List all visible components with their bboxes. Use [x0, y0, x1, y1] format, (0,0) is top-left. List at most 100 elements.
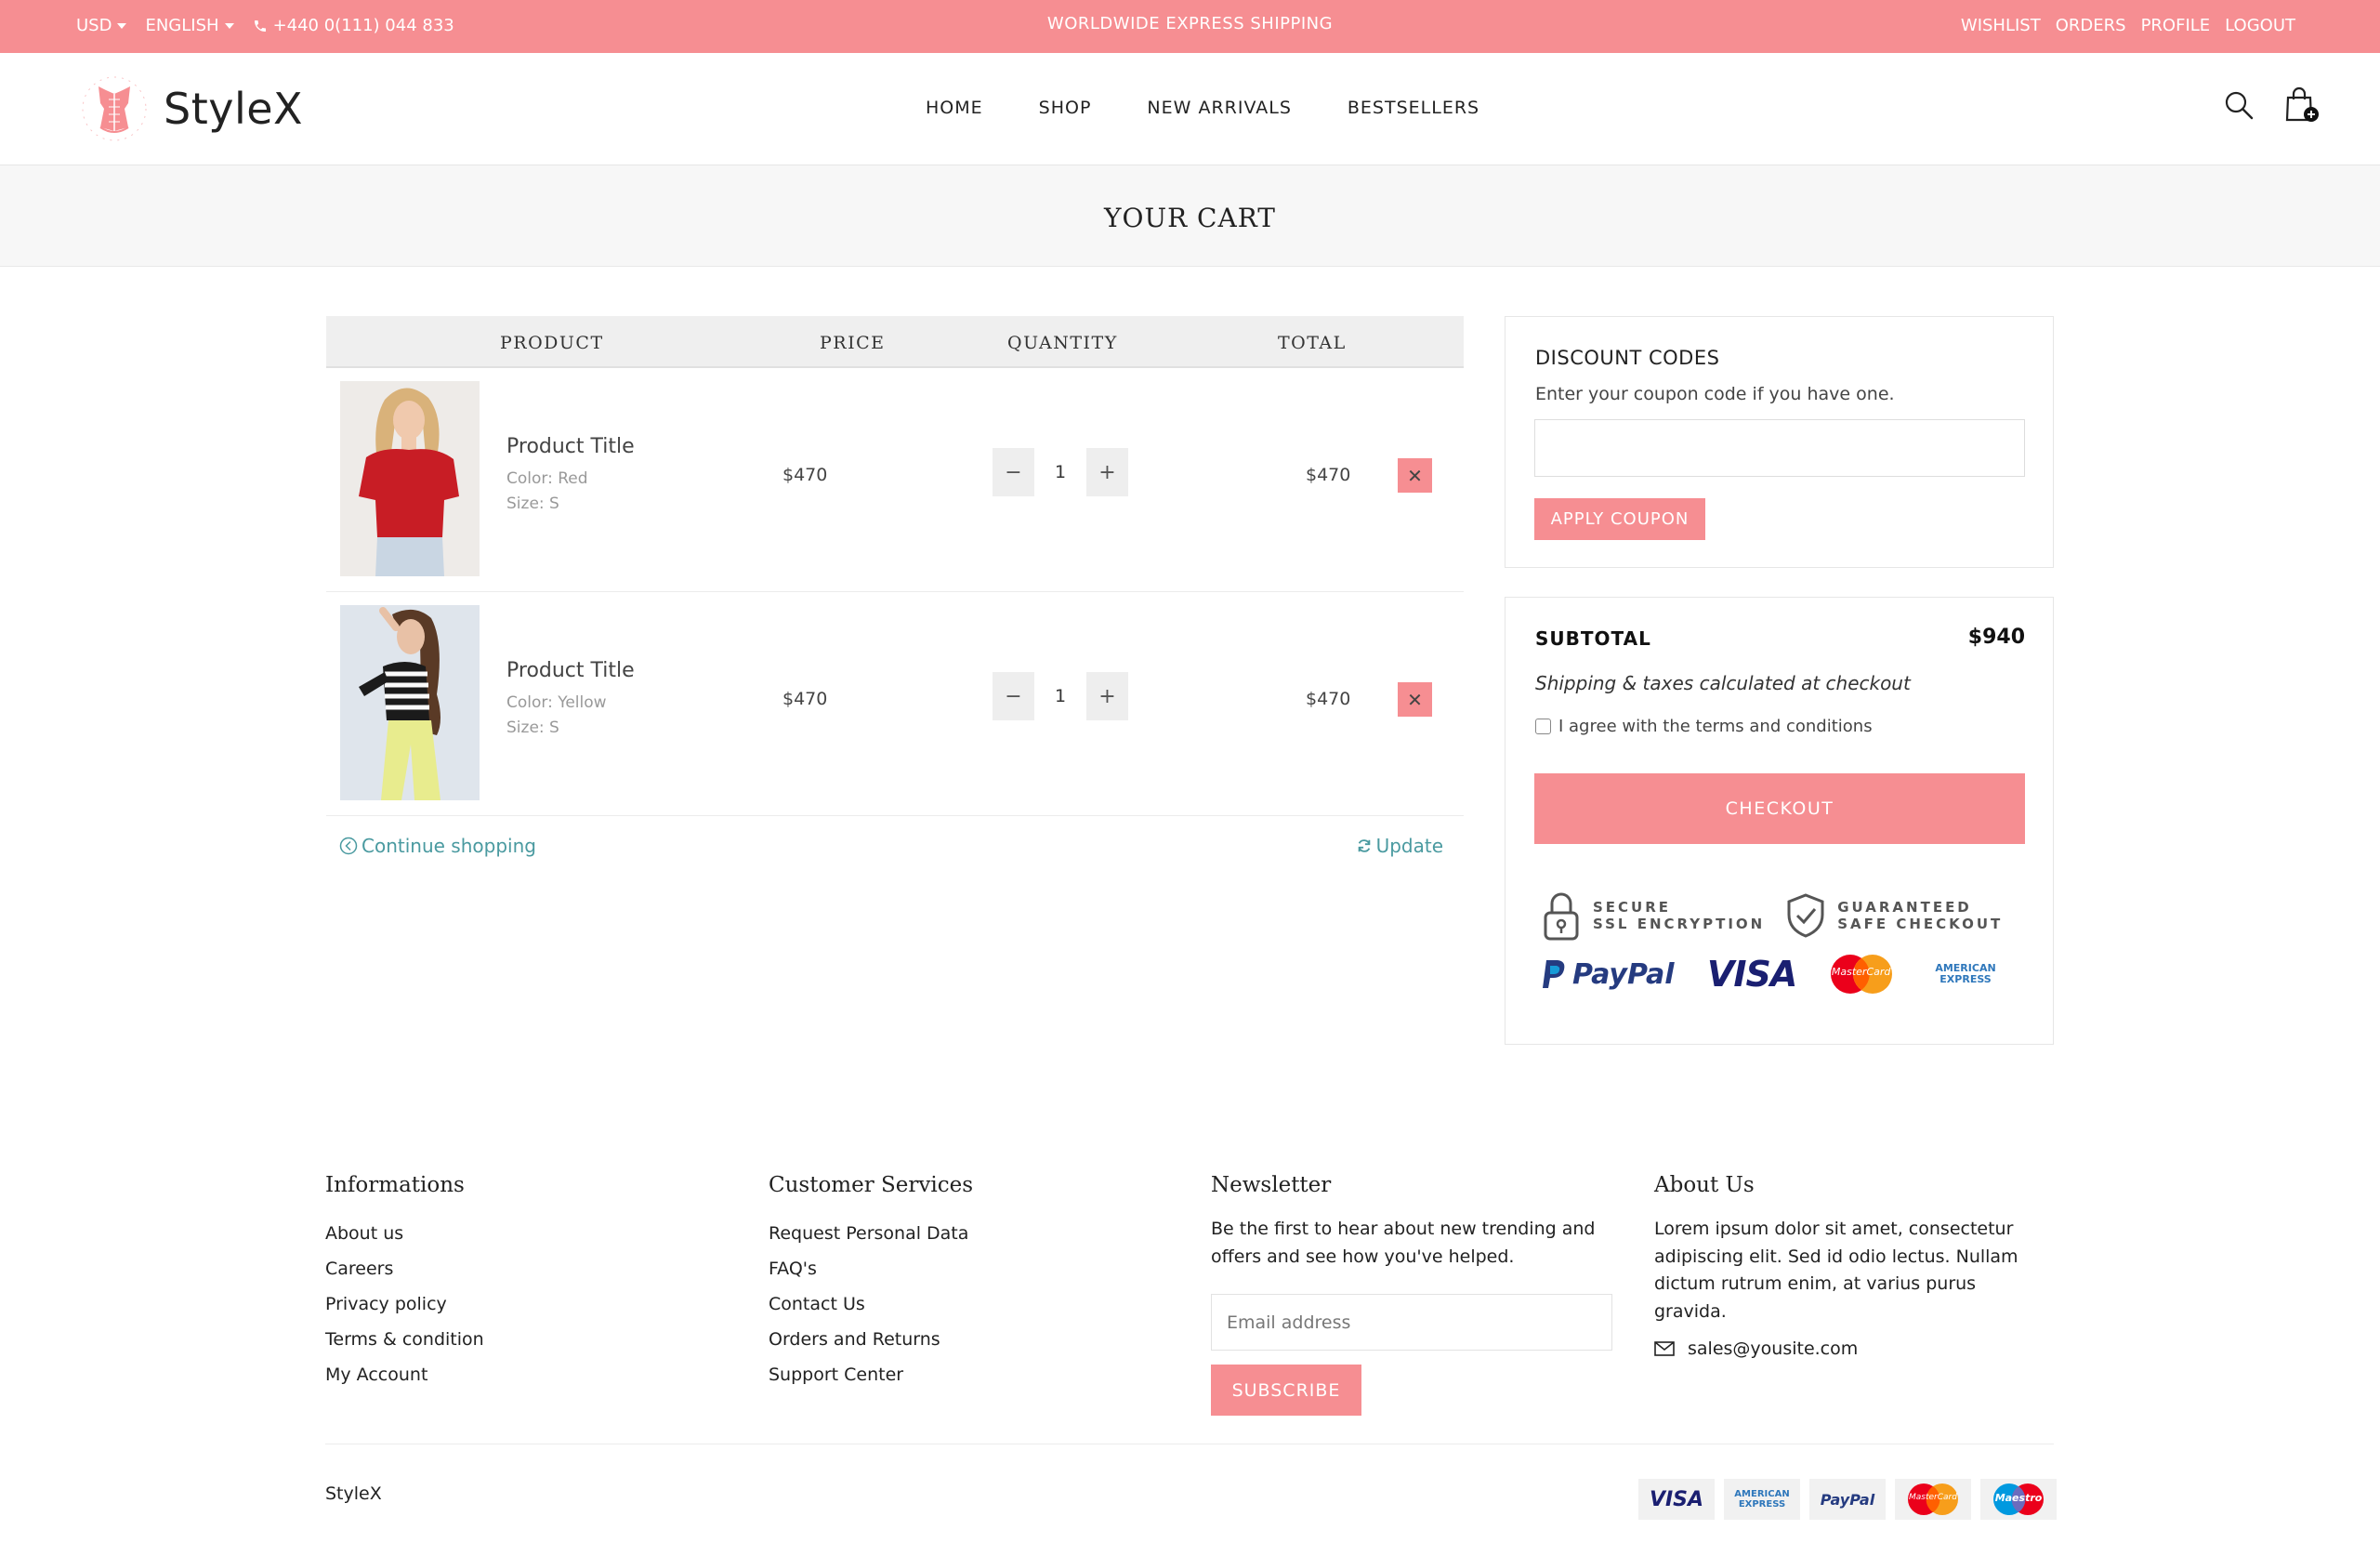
- safe-checkout-badge: GUARANTEED SAFE CHECKOUT: [1785, 892, 2003, 939]
- quantity-input[interactable]: 1: [1034, 672, 1086, 720]
- chevron-left-circle-icon: [339, 837, 358, 855]
- envelope-icon: [1654, 1341, 1675, 1356]
- footer-newsletter: Newsletter Be the first to hear about ne…: [1211, 1173, 1620, 1416]
- footer-brand: StyleX: [325, 1483, 382, 1504]
- about-text: Lorem ipsum dolor sit amet, consectetur …: [1654, 1219, 2018, 1322]
- product-title[interactable]: Product Title: [506, 435, 635, 458]
- product-title[interactable]: Product Title: [506, 659, 635, 682]
- guarantee-line-2: SAFE CHECKOUT: [1837, 916, 2004, 932]
- footer-heading: Newsletter: [1211, 1173, 1332, 1197]
- trust-badges: SECURE SSL ENCRYPTION GUARANTEED SAFE CH…: [1541, 890, 2024, 995]
- brand-name: StyleX: [164, 84, 304, 134]
- amex-card: AMERICAN EXPRESS: [1724, 1479, 1800, 1520]
- subtotal-label: SUBTOTAL: [1535, 627, 1651, 650]
- main-nav: HOME SHOP NEW ARRIVALS BESTSELLERS: [926, 98, 1479, 118]
- quantity-decrease-button[interactable]: −: [993, 672, 1034, 720]
- footer-link-faq[interactable]: FAQ's: [769, 1251, 973, 1286]
- nav-bestsellers[interactable]: BESTSELLERS: [1348, 98, 1479, 118]
- subtotal-value: $940: [1967, 626, 2025, 649]
- contact-email-text: sales@yousite.com: [1688, 1338, 1859, 1359]
- visa-card-label: VISA: [1649, 1487, 1704, 1511]
- column-product: PRODUCT: [500, 333, 604, 353]
- subscribe-button[interactable]: SUBSCRIBE: [1211, 1365, 1361, 1416]
- order-summary-panel: SUBTOTAL $940 Shipping & taxes calculate…: [1505, 597, 2054, 1045]
- continue-shopping-label: Continue shopping: [362, 835, 536, 857]
- footer-link-personal-data[interactable]: Request Personal Data: [769, 1216, 973, 1251]
- cart-button[interactable]: [2283, 86, 2319, 127]
- product-price: $470: [782, 465, 828, 485]
- footer-link-terms[interactable]: Terms & condition: [325, 1322, 484, 1357]
- column-quantity: QUANTITY: [1007, 333, 1118, 353]
- terms-checkbox[interactable]: [1535, 719, 1551, 734]
- footer-informations: Informations About us Careers Privacy po…: [325, 1173, 484, 1392]
- remove-item-button[interactable]: ✕: [1398, 458, 1432, 493]
- checkout-button[interactable]: CHECKOUT: [1534, 773, 2025, 844]
- newsletter-email-input[interactable]: Email address: [1211, 1294, 1612, 1351]
- quantity-decrease-button[interactable]: −: [993, 448, 1034, 496]
- apply-coupon-button[interactable]: APPLY COUPON: [1534, 498, 1705, 540]
- continue-shopping-link[interactable]: Continue shopping: [339, 835, 536, 857]
- update-cart-link[interactable]: Update: [1356, 835, 1443, 857]
- page-title-band: YOUR CART: [0, 165, 2380, 267]
- plus-icon: +: [1098, 684, 1116, 708]
- paypal-logo: PayPal: [1541, 958, 1675, 991]
- terms-agreement[interactable]: I agree with the terms and conditions: [1535, 717, 1873, 736]
- minus-icon: −: [1005, 460, 1022, 484]
- product-total: $470: [1306, 689, 1351, 709]
- cart-row: Product Title Color: Red Size: S $470 − …: [326, 368, 1464, 592]
- coupon-input[interactable]: [1534, 419, 2025, 477]
- shopping-bag-icon: [2285, 86, 2319, 122]
- nav-shop[interactable]: SHOP: [1039, 98, 1092, 118]
- paypal-wordmark: PayPal: [1572, 957, 1675, 991]
- close-icon: ✕: [1407, 688, 1423, 711]
- footer-link-privacy[interactable]: Privacy policy: [325, 1286, 484, 1322]
- payment-logos: PayPal VISA MasterCard AMERICAN EXPRESS: [1541, 954, 2005, 995]
- logout-link[interactable]: LOGOUT: [2225, 16, 2295, 35]
- ssl-badge: SECURE SSL ENCRYPTION: [1541, 890, 1765, 941]
- mastercard-logo: MasterCard: [1830, 954, 1893, 995]
- footer-link-careers[interactable]: Careers: [325, 1251, 484, 1286]
- amex-logo: AMERICAN EXPRESS: [1935, 962, 1996, 985]
- remove-item-button[interactable]: ✕: [1398, 682, 1432, 717]
- wishlist-link[interactable]: WISHLIST: [1961, 16, 2041, 35]
- orders-link[interactable]: ORDERS: [2056, 16, 2126, 35]
- discount-codes-panel: DISCOUNT CODES Enter your coupon code if…: [1505, 316, 2054, 568]
- product-price: $470: [782, 689, 828, 709]
- footer-link-contact[interactable]: Contact Us: [769, 1286, 973, 1322]
- footer-services: Customer Services Request Personal Data …: [769, 1173, 973, 1392]
- footer-heading: Informations: [325, 1173, 465, 1197]
- cart-row: Product Title Color: Yellow Size: S $470…: [326, 592, 1464, 816]
- maestro-card: Maestro: [1980, 1479, 2057, 1520]
- paypal-card: PayPal: [1809, 1479, 1886, 1520]
- minus-icon: −: [1005, 684, 1022, 708]
- cart-table-header: PRODUCT PRICE QUANTITY TOTAL: [326, 316, 1464, 368]
- footer-link-support[interactable]: Support Center: [769, 1357, 973, 1392]
- footer-about: About Us Lorem ipsum dolor sit amet, con…: [1654, 1173, 2045, 1359]
- column-price: PRICE: [820, 333, 886, 353]
- nav-home[interactable]: HOME: [926, 98, 983, 118]
- ssl-line-2: SSL ENCRYPTION: [1593, 916, 1766, 932]
- quantity-increase-button[interactable]: +: [1086, 448, 1128, 496]
- profile-link[interactable]: PROFILE: [2141, 16, 2211, 35]
- product-image[interactable]: [340, 605, 480, 800]
- footer-link-account[interactable]: My Account: [325, 1357, 484, 1392]
- shipping-note: Shipping & taxes calculated at checkout: [1535, 672, 1911, 694]
- visa-logo: VISA: [1706, 954, 1797, 995]
- footer-link-about[interactable]: About us: [325, 1216, 484, 1251]
- product-image[interactable]: [340, 381, 480, 576]
- quantity-input[interactable]: 1: [1034, 448, 1086, 496]
- footer-link-returns[interactable]: Orders and Returns: [769, 1322, 973, 1357]
- update-label: Update: [1375, 835, 1443, 857]
- search-button[interactable]: [2224, 90, 2254, 124]
- paypal-card-label: PayPal: [1820, 1490, 1875, 1509]
- contact-email[interactable]: sales@yousite.com: [1654, 1338, 2045, 1359]
- visa-card: VISA: [1638, 1479, 1715, 1520]
- newsletter-text: Be the first to hear about new trending …: [1211, 1219, 1596, 1267]
- quantity-increase-button[interactable]: +: [1086, 672, 1128, 720]
- refresh-icon: [1358, 839, 1370, 852]
- site-header: StyleX HOME SHOP NEW ARRIVALS BESTSELLER…: [0, 53, 2380, 165]
- top-bar: USD ENGLISH +440 0(111) 044 833 WORLDWID…: [0, 0, 2380, 53]
- site-logo[interactable]: StyleX: [78, 72, 303, 146]
- nav-new-arrivals[interactable]: NEW ARRIVALS: [1147, 98, 1291, 118]
- guarantee-line-1: GUARANTEED: [1837, 899, 1972, 916]
